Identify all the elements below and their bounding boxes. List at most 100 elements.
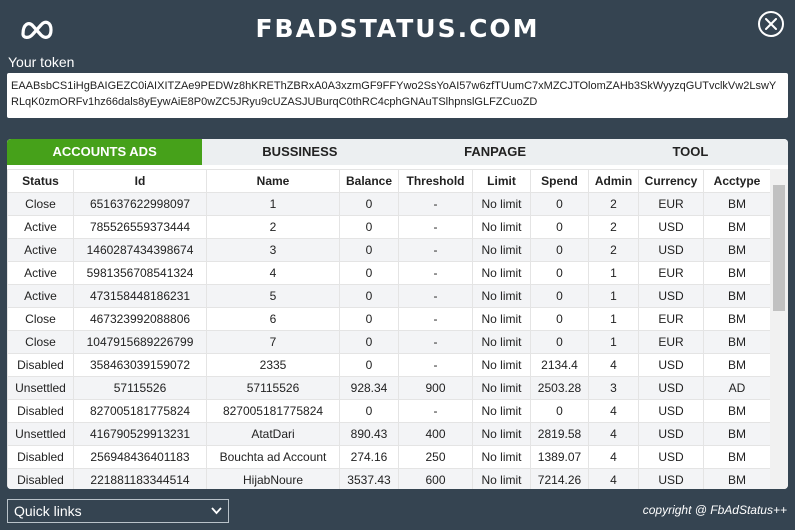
cell-limit: No limit [472,284,531,308]
table-row[interactable]: Active 473158448186231 5 0- No limit 0 1 USD BM [7,284,770,308]
cell-name: 7 [206,330,340,354]
table-row[interactable]: Unsettled 416790529913231 AtatDari 890.43 40… [7,422,770,446]
token-label: Your token [8,54,75,70]
cell-limit: No limit [472,238,531,262]
cell-id: 467323992088806 [73,307,207,331]
table-row[interactable]: Active 5981356708541324 4 0- No limit 0 1 EUR BM [7,261,770,285]
header: FBADSTATUS.COM [0,0,795,56]
column-header-balance[interactable]: Balance [339,169,399,193]
cell-balance: 0 [339,284,399,308]
cell-spend: 0 [530,307,589,331]
cell-admin: 2 [588,215,639,239]
cell-name: AtatDari [206,422,340,446]
column-header-limit[interactable]: Limit [472,169,531,193]
cell-id: 473158448186231 [73,284,207,308]
cell-status: Unsettled [7,422,74,446]
table-row[interactable]: Close 467323992088806 6 0- No limit 0 1 EUR BM [7,307,770,331]
cell-name: 2335 [206,353,340,377]
cell-currency: EUR [638,307,704,331]
cell-threshold: - [398,215,473,239]
tab-tool[interactable]: TOOL [593,139,788,165]
cell-balance: 274.16 [339,445,399,469]
cell-acctype: BM [703,261,770,285]
cell-name: 3 [206,238,340,262]
cell-balance: 0 [339,215,399,239]
cell-id: 256948436401183 [73,445,207,469]
cell-threshold: - [398,399,473,423]
cell-currency: USD [638,422,704,446]
column-header-currency[interactable]: Currency [638,169,704,193]
column-header-threshold[interactable]: Threshold [398,169,473,193]
cell-spend: 0 [530,284,589,308]
column-header-acctype[interactable]: Acctype [703,169,770,193]
cell-spend: 2134.4 [530,353,589,377]
table-body: Close 651637622998097 1 0- No limit 0 2 EUR BM Ac… [7,192,770,489]
cell-currency: USD [638,238,704,262]
table-row[interactable]: Disabled 221881183344514 HijabNoure 3537.43… [7,468,770,489]
cell-balance: 0 [339,238,399,262]
close-button[interactable] [758,11,784,37]
cell-spend: 0 [530,192,589,216]
cell-currency: USD [638,376,704,400]
cell-currency: USD [638,353,704,377]
table-row[interactable]: Active 785526559373444 2 0- No limit 0 2 USD BM [7,215,770,239]
cell-limit: No limit [472,422,531,446]
cell-acctype: BM [703,399,770,423]
cell-balance: 928.34 [339,376,399,400]
table-header-row: Status Id Name Balance Threshold Limit S… [7,169,770,193]
cell-status: Active [7,261,74,285]
cell-currency: USD [638,284,704,308]
cell-acctype: BM [703,445,770,469]
cell-threshold: - [398,330,473,354]
cell-spend: 0 [530,238,589,262]
cell-limit: No limit [472,399,531,423]
scrollbar-thumb[interactable] [773,185,785,311]
token-field[interactable]: EAABsbCS1iHgBAIGEZC0iAIXITZAe9PEDWz8hKRE… [7,73,788,118]
cell-admin: 1 [588,261,639,285]
cell-admin: 1 [588,307,639,331]
accounts-table-container: Status Id Name Balance Threshold Limit S… [7,169,770,489]
cell-currency: USD [638,215,704,239]
cell-status: Close [7,307,74,331]
cell-acctype: BM [703,330,770,354]
column-header-name[interactable]: Name [206,169,340,193]
chevron-down-icon [211,507,222,515]
cell-acctype: BM [703,468,770,489]
tab-fanpage[interactable]: FANPAGE [398,139,593,165]
cell-name: HijabNoure [206,468,340,489]
table-scrollbar[interactable] [770,169,788,489]
cell-name: 4 [206,261,340,285]
copyright-text: copyright @ FbAdStatus++ [642,503,787,517]
tab-accounts-ads[interactable]: ACCOUNTS ADS [7,139,203,165]
cell-balance: 3537.43 [339,468,399,489]
cell-admin: 1 [588,330,639,354]
cell-name: Bouchta ad Account [206,445,340,469]
table-row[interactable]: Close 651637622998097 1 0- No limit 0 2 EUR BM [7,192,770,216]
column-header-id[interactable]: Id [73,169,207,193]
column-header-status[interactable]: Status [7,169,74,193]
cell-threshold: 900 [398,376,473,400]
cell-name: 2 [206,215,340,239]
cell-admin: 4 [588,422,639,446]
cell-admin: 4 [588,399,639,423]
cell-balance: 0 [339,330,399,354]
table-row[interactable]: Disabled 256948436401183 Bouchta ad Accoun… [7,445,770,469]
table-row[interactable]: Unsettled 57115526 57115526 928.34 900 No lim… [7,376,770,400]
cell-admin: 2 [588,192,639,216]
main-panel: ACCOUNTS ADS BUSSINESS FANPAGE TOOL Stat… [7,139,788,489]
cell-limit: No limit [472,330,531,354]
cell-limit: No limit [472,192,531,216]
quick-links-select[interactable]: Quick links [7,499,229,523]
table-row[interactable]: Close 1047915689226799 7 0- No limit 0 1 EUR BM [7,330,770,354]
column-header-admin[interactable]: Admin [588,169,639,193]
column-header-spend[interactable]: Spend [530,169,589,193]
cell-id: 221881183344514 [73,468,207,489]
table-row[interactable]: Disabled 358463039159072 2335 0- No limit 213… [7,353,770,377]
table-row[interactable]: Disabled 827005181775824 827005181775824 0-… [7,399,770,423]
table-row[interactable]: Active 1460287434398674 3 0- No limit 0 2 USD BM [7,238,770,262]
cell-threshold: - [398,284,473,308]
cell-currency: EUR [638,192,704,216]
cell-status: Active [7,215,74,239]
tab-bussiness[interactable]: BUSSINESS [202,139,397,165]
cell-id: 827005181775824 [73,399,207,423]
